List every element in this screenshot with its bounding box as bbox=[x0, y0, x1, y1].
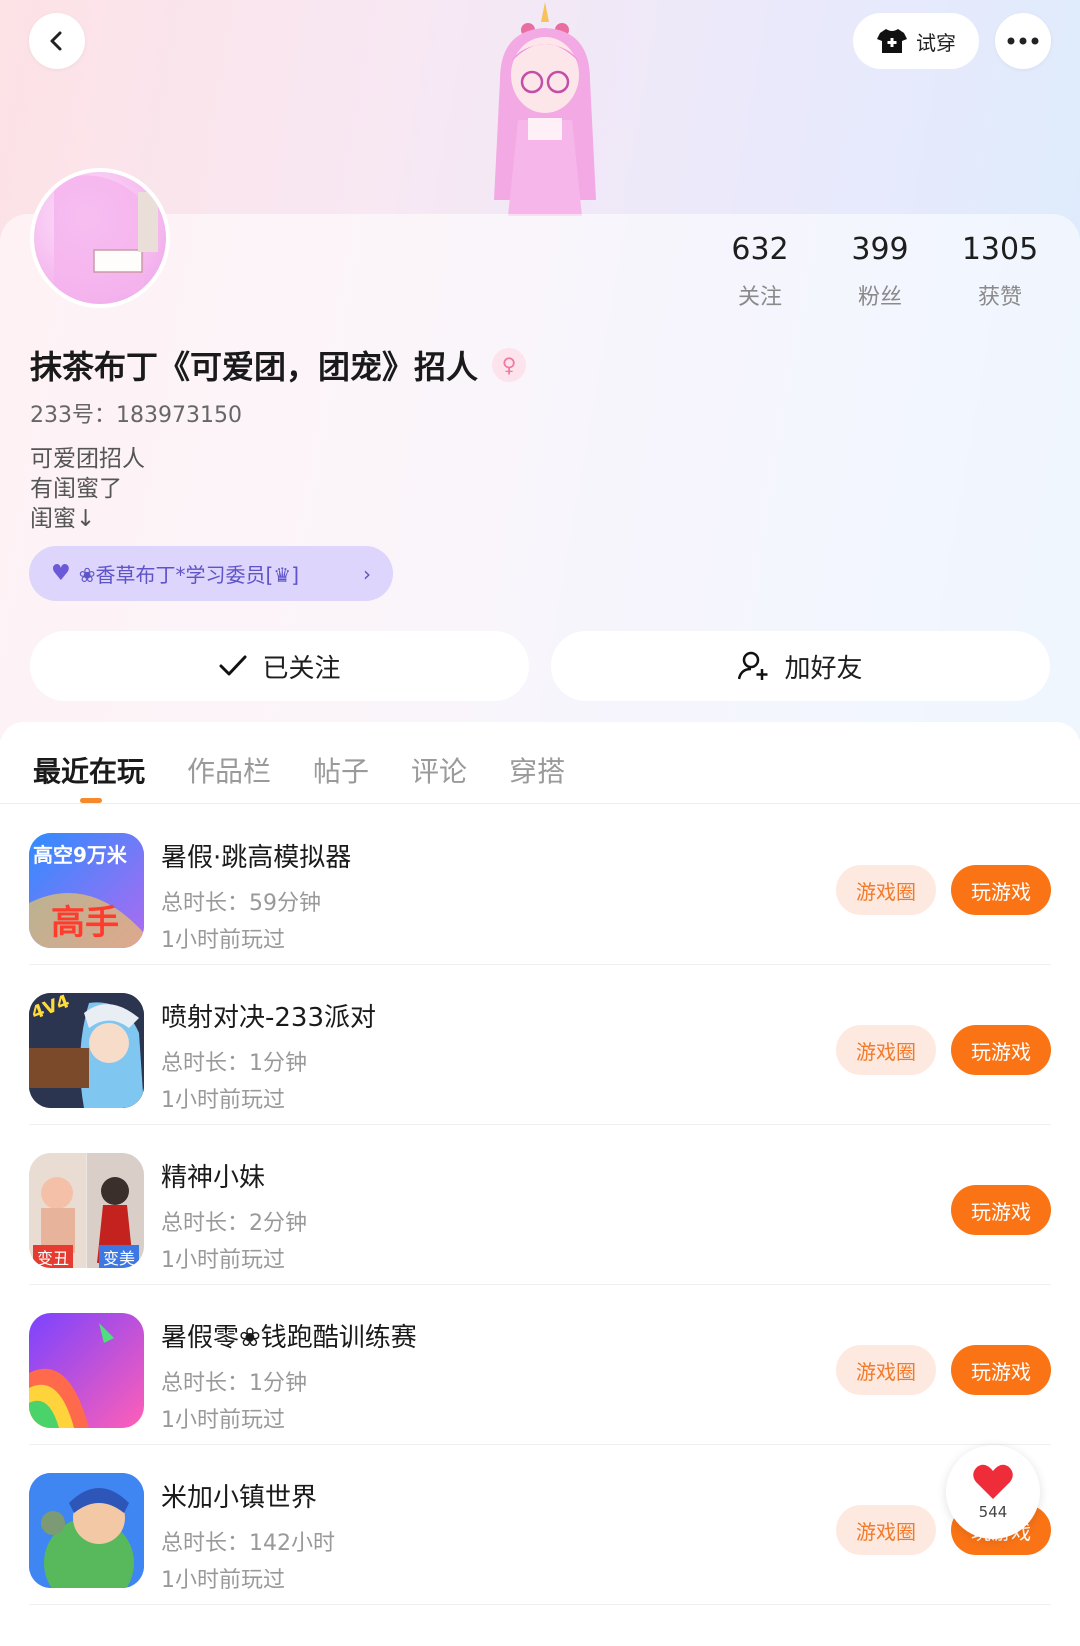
female-gender-icon: ♀ bbox=[492, 348, 527, 382]
username: 抹茶布丁《可爱团，团宠》招人 bbox=[30, 348, 479, 386]
game-title: 暑假·跳高模拟器 bbox=[161, 843, 352, 873]
followed-button[interactable]: 已关注 bbox=[30, 631, 529, 701]
family-tag-label: ❀香草布丁*学习委员[♛] bbox=[78, 563, 300, 587]
more-dots-icon bbox=[1007, 37, 1039, 45]
game-duration: 总时长：1分钟 bbox=[161, 1051, 307, 1076]
family-tag-button[interactable]: ♥ ❀香草布丁*学习委员[♛] › bbox=[29, 546, 393, 601]
game-icon: 变丑 变美 bbox=[29, 1153, 144, 1268]
bio-line: 可爱团招人 bbox=[30, 446, 145, 472]
tshirt-plus-icon bbox=[877, 29, 907, 53]
game-row[interactable]: 暑假零❀钱跑酷训练赛 总时长：1分钟 1小时前玩过 游戏圈 玩游戏 bbox=[0, 1285, 1080, 1445]
back-button[interactable] bbox=[29, 13, 85, 69]
profile-tabs: 最近在玩 作品栏 帖子 评论 穿搭 bbox=[33, 750, 607, 790]
row-divider bbox=[29, 1604, 1051, 1605]
game-last-played: 1小时前玩过 bbox=[161, 1088, 285, 1113]
game-duration: 总时长：2分钟 bbox=[161, 1211, 307, 1236]
game-circle-button[interactable]: 游戏圈 bbox=[836, 1025, 936, 1075]
play-game-button[interactable]: 玩游戏 bbox=[951, 1025, 1051, 1075]
game-icon: 高空9万米 高手 bbox=[29, 833, 144, 948]
game-title: 精神小妹 bbox=[161, 1163, 266, 1193]
checkmark-icon bbox=[219, 655, 247, 676]
game-icon: 4V4 bbox=[29, 993, 144, 1108]
tab-recent-play[interactable]: 最近在玩 bbox=[33, 750, 145, 790]
game-circle-button[interactable]: 游戏圈 bbox=[836, 865, 936, 915]
game-row[interactable]: 4V4 喷射对决-233派对 总时长：1分钟 1小时前玩过 游戏圈 玩游戏 bbox=[0, 965, 1080, 1125]
followers-label: 粉丝 bbox=[857, 285, 902, 310]
game-title: 喷射对决-233派对 bbox=[161, 1003, 377, 1033]
likes-count: 1305 bbox=[961, 232, 1039, 267]
heart-icon: ♥ bbox=[51, 561, 71, 586]
bio: 可爱团招人 有闺蜜了 闺蜜↓ bbox=[30, 444, 145, 534]
like-count: 544 bbox=[978, 1503, 1008, 1521]
following-count: 632 bbox=[731, 232, 789, 267]
game-icon-text: 高空9万米 bbox=[33, 843, 127, 867]
game-icon bbox=[29, 1473, 144, 1588]
followed-label: 已关注 bbox=[262, 653, 341, 684]
more-options-button[interactable] bbox=[995, 13, 1051, 69]
avatar[interactable] bbox=[30, 168, 170, 308]
heart-icon bbox=[973, 1464, 1013, 1499]
game-icon-text: 变丑 bbox=[33, 1245, 74, 1268]
play-game-button[interactable]: 玩游戏 bbox=[951, 865, 1051, 915]
add-friend-label: 加好友 bbox=[784, 653, 863, 684]
game-title: 暑假零❀钱跑酷训练赛 bbox=[161, 1323, 417, 1353]
bio-line: 有闺蜜了 bbox=[30, 476, 122, 502]
game-row[interactable]: 米加小镇世界 总时长：142小时 1小时前玩过 游戏圈 玩游戏 bbox=[0, 1445, 1080, 1605]
game-circle-button[interactable]: 游戏圈 bbox=[836, 1505, 936, 1555]
game-icon-text: 高手 bbox=[51, 903, 119, 943]
profile-stats: 632 关注 399 粉丝 1305 获赞 bbox=[700, 232, 1060, 311]
game-title: 米加小镇世界 bbox=[161, 1483, 318, 1513]
avatar-image bbox=[54, 175, 158, 304]
game-icon-text: 变美 bbox=[99, 1245, 140, 1268]
bio-line: 闺蜜↓ bbox=[30, 506, 96, 532]
game-icon bbox=[29, 1313, 144, 1428]
try-on-button[interactable]: 试穿 bbox=[853, 13, 979, 69]
floating-like-button[interactable]: 544 bbox=[946, 1445, 1040, 1539]
add-user-icon bbox=[738, 651, 768, 680]
game-last-played: 1小时前玩过 bbox=[161, 1568, 285, 1593]
game-circle-button[interactable]: 游戏圈 bbox=[836, 1345, 936, 1395]
tabs-divider bbox=[0, 803, 1080, 804]
avatar-figure bbox=[494, 2, 596, 216]
username-row: 抹茶布丁《可爱团，团宠》招人 ♀ bbox=[30, 342, 527, 388]
game-last-played: 1小时前玩过 bbox=[161, 928, 285, 953]
play-game-button[interactable]: 玩游戏 bbox=[951, 1345, 1051, 1395]
followers-count: 399 bbox=[851, 232, 909, 267]
tab-outfits[interactable]: 穿搭 bbox=[509, 750, 565, 790]
game-duration: 总时长：142小时 bbox=[161, 1531, 335, 1556]
chevron-right-icon: › bbox=[363, 561, 371, 586]
game-row[interactable]: 高空9万米 高手 暑假·跳高模拟器 总时长：59分钟 1小时前玩过 游戏圈 玩游… bbox=[0, 805, 1080, 965]
tab-comments[interactable]: 评论 bbox=[411, 750, 467, 790]
game-last-played: 1小时前玩过 bbox=[161, 1408, 285, 1433]
following-label: 关注 bbox=[737, 285, 782, 310]
followers-stat[interactable]: 399 粉丝 bbox=[820, 232, 940, 311]
likes-stat[interactable]: 1305 获赞 bbox=[940, 232, 1060, 311]
game-duration: 总时长：1分钟 bbox=[161, 1371, 307, 1396]
chevron-left-icon bbox=[50, 31, 62, 51]
game-duration: 总时长：59分钟 bbox=[161, 891, 321, 916]
add-friend-button[interactable]: 加好友 bbox=[551, 631, 1050, 701]
game-last-played: 1小时前玩过 bbox=[161, 1248, 285, 1273]
game-icon-art bbox=[29, 1473, 144, 1588]
account-id: 233号：183973150 bbox=[30, 403, 242, 428]
tab-works[interactable]: 作品栏 bbox=[187, 750, 271, 790]
play-game-button[interactable]: 玩游戏 bbox=[951, 1185, 1051, 1235]
tab-posts[interactable]: 帖子 bbox=[313, 750, 369, 790]
following-stat[interactable]: 632 关注 bbox=[700, 232, 820, 311]
game-row[interactable]: 变丑 变美 精神小妹 总时长：2分钟 1小时前玩过 玩游戏 bbox=[0, 1125, 1080, 1285]
likes-label: 获赞 bbox=[977, 285, 1022, 310]
try-on-label: 试穿 bbox=[916, 30, 956, 55]
game-icon-art bbox=[29, 1313, 144, 1428]
